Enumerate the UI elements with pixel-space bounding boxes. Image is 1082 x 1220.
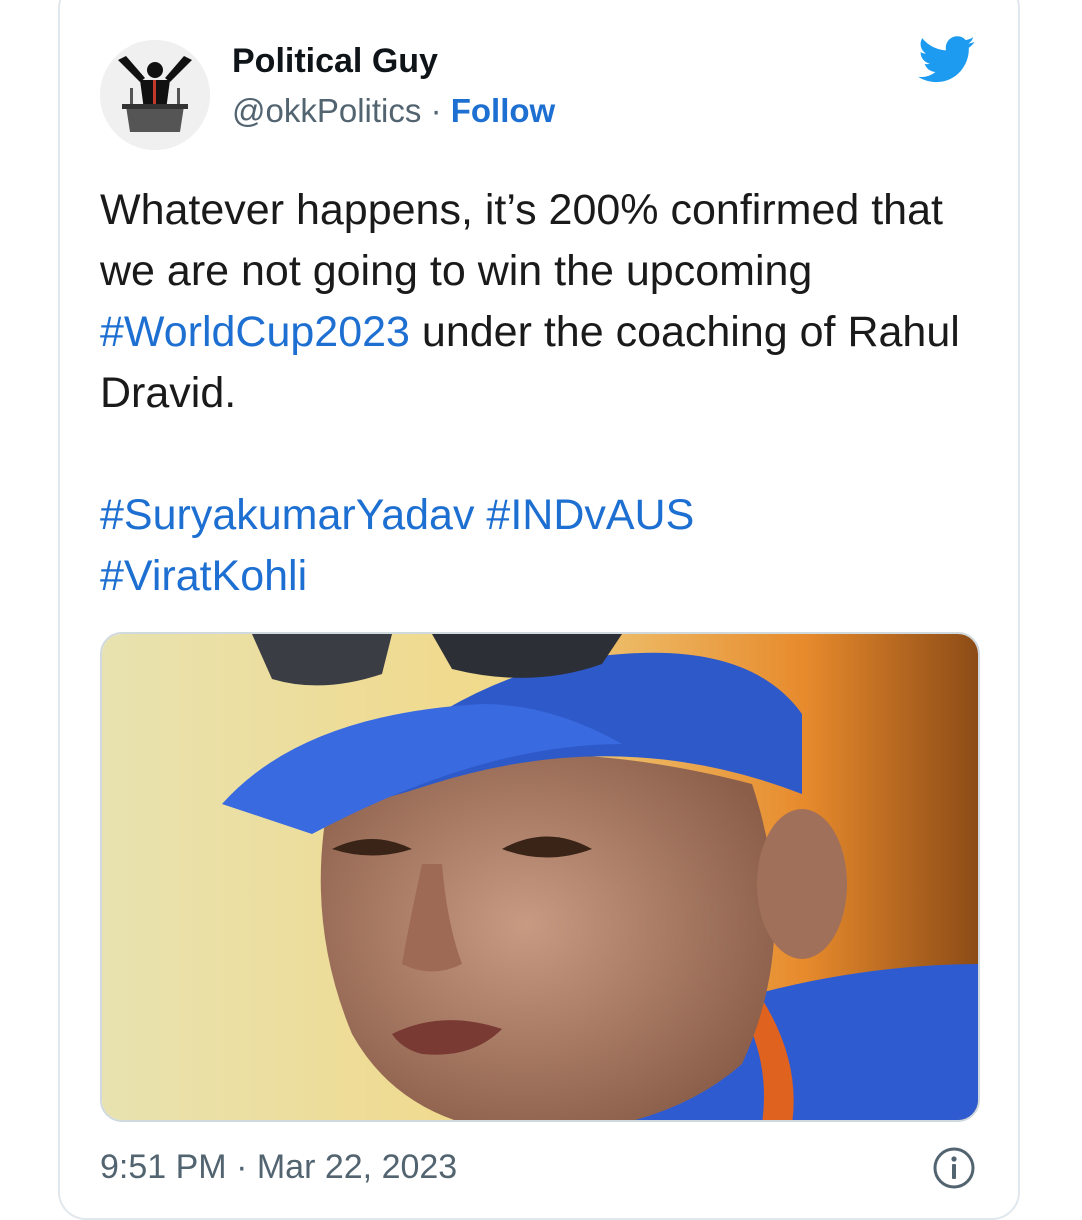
photo-of-man-in-blue-cap-icon — [102, 634, 978, 1120]
politician-at-podium-icon — [100, 40, 210, 150]
hashtag-worldcup2023[interactable]: #WorldCup2023 — [100, 308, 410, 356]
hashtag-viratkohli[interactable]: #ViratKohli — [100, 552, 307, 600]
tweet-media-image[interactable] — [100, 632, 980, 1122]
hashtag-suryakumaryadav[interactable]: #SuryakumarYadav — [100, 491, 474, 539]
tweet-timestamp[interactable]: 9:51 PM · Mar 22, 2023 — [100, 1148, 457, 1187]
handle-separator: · — [430, 92, 442, 129]
tweet-date: Mar 22, 2023 — [256, 1148, 458, 1186]
tweet-body: Whatever happens, it’s 200% confirmed th… — [100, 180, 1000, 424]
author-handle[interactable]: @okkPolitics — [232, 92, 421, 129]
hashtag-indvaus[interactable]: #INDvAUS — [486, 491, 694, 539]
follow-button[interactable]: Follow — [451, 92, 555, 129]
tweet-time: 9:51 PM — [100, 1148, 227, 1186]
author-display-name[interactable]: Political Guy — [232, 42, 438, 81]
tweet-text-start: Whatever happens, it’s 200% confirmed th… — [100, 186, 943, 295]
author-avatar[interactable] — [100, 40, 210, 150]
author-handle-line: @okkPolitics · Follow — [232, 92, 555, 130]
tweet-hashtags: #SuryakumarYadav #INDvAUS #ViratKohli — [100, 485, 1000, 607]
timestamp-separator: · — [236, 1148, 248, 1186]
twitter-bird-icon[interactable] — [918, 36, 976, 84]
info-icon[interactable] — [932, 1146, 976, 1190]
tweet-text: Whatever happens, it’s 200% confirmed th… — [100, 180, 1000, 607]
